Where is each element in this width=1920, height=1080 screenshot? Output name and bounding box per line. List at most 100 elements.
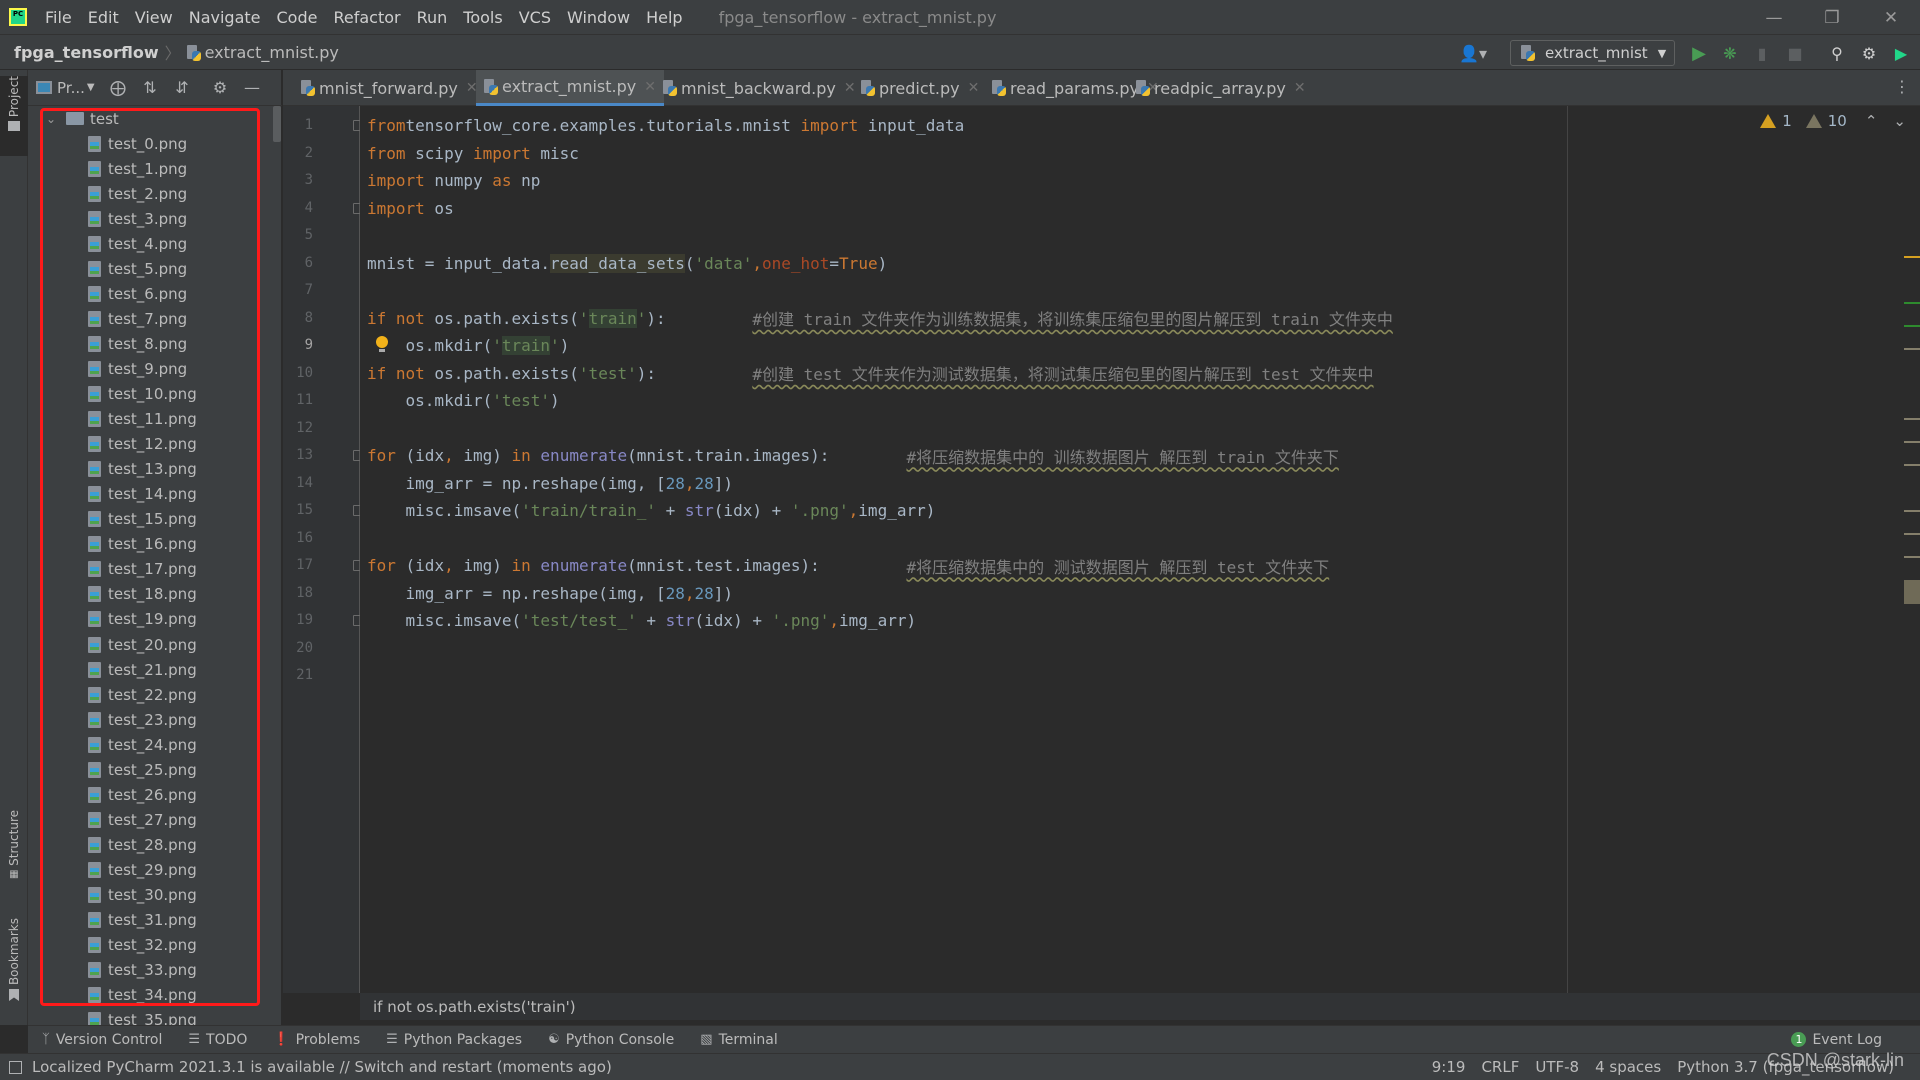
tree-file[interactable]: test_16.png (88, 532, 282, 557)
status-message[interactable]: Localized PyCharm 2021.3.1 is available … (32, 1058, 612, 1076)
tree-file[interactable]: test_2.png (88, 181, 282, 206)
close-tab-icon[interactable]: ✕ (968, 80, 980, 96)
stripe-marker[interactable] (1904, 533, 1920, 535)
tree-file[interactable]: test_34.png (88, 983, 282, 1008)
tree-file[interactable]: test_11.png (88, 407, 282, 432)
menu-file[interactable]: File (45, 8, 72, 27)
line-separator[interactable]: CRLF (1481, 1058, 1519, 1076)
project-view-selector[interactable]: Pr... ▼ (36, 79, 102, 97)
tree-file[interactable]: test_6.png (88, 281, 282, 306)
coverage-icon[interactable]: ▮ (1751, 42, 1773, 64)
tab-predict[interactable]: predict.py ✕ (853, 70, 987, 106)
chevron-down-icon[interactable]: ⌄ (46, 112, 60, 126)
tree-file[interactable]: test_32.png (88, 933, 282, 958)
tree-file[interactable]: test_14.png (88, 482, 282, 507)
code-line[interactable]: if not os.path.exists('test'): #创建 test … (367, 360, 1374, 387)
tree-file[interactable]: test_22.png (88, 682, 282, 707)
code-line[interactable]: img_arr = np.reshape(img, [28, 28]) (367, 470, 734, 497)
stripe-marker[interactable] (1904, 325, 1920, 327)
more-tabs-icon[interactable]: ⋮ (1894, 77, 1910, 96)
tree-file[interactable]: test_35.png (88, 1008, 282, 1025)
tree-file[interactable]: test_24.png (88, 732, 282, 757)
tree-file[interactable]: test_13.png (88, 457, 282, 482)
tool-python-packages[interactable]: ☰ Python Packages (386, 1032, 522, 1048)
tree-file[interactable]: test_3.png (88, 206, 282, 231)
tree-file[interactable]: test_1.png (88, 156, 282, 181)
caret-position[interactable]: 9:19 (1432, 1058, 1466, 1076)
expand-all-icon[interactable]: ⇅ (134, 76, 166, 100)
tool-version-control[interactable]: ᛉ Version Control (42, 1032, 162, 1048)
tree-file[interactable]: test_17.png (88, 557, 282, 582)
tab-readpic-array[interactable]: readpic_array.py ✕ (1128, 70, 1314, 106)
code-line[interactable]: misc.imsave('test/test_' + str (idx) + '.… (367, 607, 917, 634)
minimize-button[interactable]: — (1745, 0, 1803, 35)
stripe-marker[interactable] (1904, 464, 1920, 466)
stripe-marker[interactable] (1904, 348, 1920, 350)
side-tab-bookmarks[interactable]: Bookmarks (0, 918, 28, 1018)
code-editor[interactable]: from tensorflow_core.examples.tutorials.m… (360, 106, 1905, 993)
code-line[interactable]: for (idx, img) in enumerate (mnist.train.… (367, 442, 1339, 469)
tool-problems[interactable]: ❗ Problems (273, 1032, 360, 1048)
stop-icon[interactable]: ■ (1784, 42, 1806, 64)
stripe-marker[interactable] (1904, 441, 1920, 443)
code-line[interactable]: from tensorflow_core.examples.tutorials.m… (367, 112, 964, 139)
menu-edit[interactable]: Edit (88, 8, 119, 27)
stripe-marker[interactable] (1904, 510, 1920, 512)
close-window-button[interactable]: ✕ (1862, 0, 1920, 35)
tree-file[interactable]: test_30.png (88, 883, 282, 908)
menu-vcs[interactable]: VCS (519, 8, 551, 27)
scroll-thumb[interactable] (1904, 580, 1920, 604)
tree-file[interactable]: test_27.png (88, 807, 282, 832)
tool-todo[interactable]: ☰ TODO (188, 1032, 247, 1048)
indent-setting[interactable]: 4 spaces (1595, 1058, 1661, 1076)
code-breadcrumb[interactable]: if not os.path.exists('train') (360, 993, 1920, 1020)
breadcrumb-project[interactable]: fpga_tensorflow (14, 43, 159, 62)
code-line[interactable]: for (idx, img) in enumerate (mnist.test.i… (367, 552, 1329, 579)
code-line[interactable]: from scipy import misc (367, 140, 579, 167)
menu-navigate[interactable]: Navigate (189, 8, 261, 27)
tree-file[interactable]: test_29.png (88, 857, 282, 882)
tab-extract-mnist[interactable]: extract_mnist.py ✕ (476, 70, 664, 106)
locate-icon[interactable]: ⨁ (102, 76, 134, 100)
close-tab-icon[interactable]: ✕ (1294, 80, 1306, 96)
tree-scrollbar[interactable] (273, 106, 281, 142)
stripe-marker[interactable] (1904, 556, 1920, 558)
side-tab-structure[interactable]: Structure ▦ (0, 810, 28, 890)
tree-file[interactable]: test_15.png (88, 507, 282, 532)
menu-help[interactable]: Help (646, 8, 682, 27)
jetbrains-toolbox-icon[interactable]: ▶ (1890, 42, 1912, 64)
menu-window[interactable]: Window (567, 8, 630, 27)
restore-button[interactable]: ❐ (1803, 0, 1861, 35)
debug-icon[interactable]: ❋ (1719, 42, 1741, 64)
tree-folder-test[interactable]: ⌄ test (46, 106, 282, 131)
settings-gear-icon[interactable]: ⚙ (204, 76, 236, 100)
file-encoding[interactable]: UTF-8 (1535, 1058, 1579, 1076)
tool-python-console[interactable]: ☯ Python Console (548, 1032, 674, 1048)
tree-file[interactable]: test_23.png (88, 707, 282, 732)
tree-file[interactable]: test_7.png (88, 306, 282, 331)
tree-file[interactable]: test_31.png (88, 908, 282, 933)
previous-highlight-icon[interactable]: ⌃ (1865, 112, 1878, 130)
tree-file[interactable]: test_19.png (88, 607, 282, 632)
tree-file[interactable]: test_25.png (88, 757, 282, 782)
run-icon[interactable]: ▶ (1688, 42, 1710, 64)
tree-file[interactable]: test_0.png (88, 131, 282, 156)
code-line[interactable]: misc.imsave('train/train_' + str (idx) + … (367, 497, 936, 524)
code-line[interactable]: os.mkdir('test') (367, 387, 560, 414)
hide-panel-icon[interactable]: — (236, 76, 268, 100)
tree-file[interactable]: test_20.png (88, 632, 282, 657)
stripe-marker[interactable] (1904, 418, 1920, 420)
menu-tools[interactable]: Tools (463, 8, 502, 27)
tab-mnist-backward[interactable]: mnist_backward.py ✕ (655, 70, 864, 106)
intention-lightbulb-icon[interactable] (376, 336, 388, 352)
tool-terminal[interactable]: ▧ Terminal (700, 1032, 777, 1048)
code-line[interactable]: mnist = input_data. read_data_sets('data'… (367, 250, 887, 277)
code-line[interactable]: if not os.path.exists(' train '): #创建 trai… (367, 305, 1393, 332)
tree-file[interactable]: test_28.png (88, 832, 282, 857)
tree-file[interactable]: test_26.png (88, 782, 282, 807)
tree-file[interactable]: test_8.png (88, 331, 282, 356)
search-icon[interactable]: ⚲ (1826, 42, 1848, 64)
tree-file[interactable]: test_4.png (88, 231, 282, 256)
tree-file[interactable]: test_18.png (88, 582, 282, 607)
run-config-selector[interactable]: extract_mnist ▼ (1510, 40, 1675, 66)
